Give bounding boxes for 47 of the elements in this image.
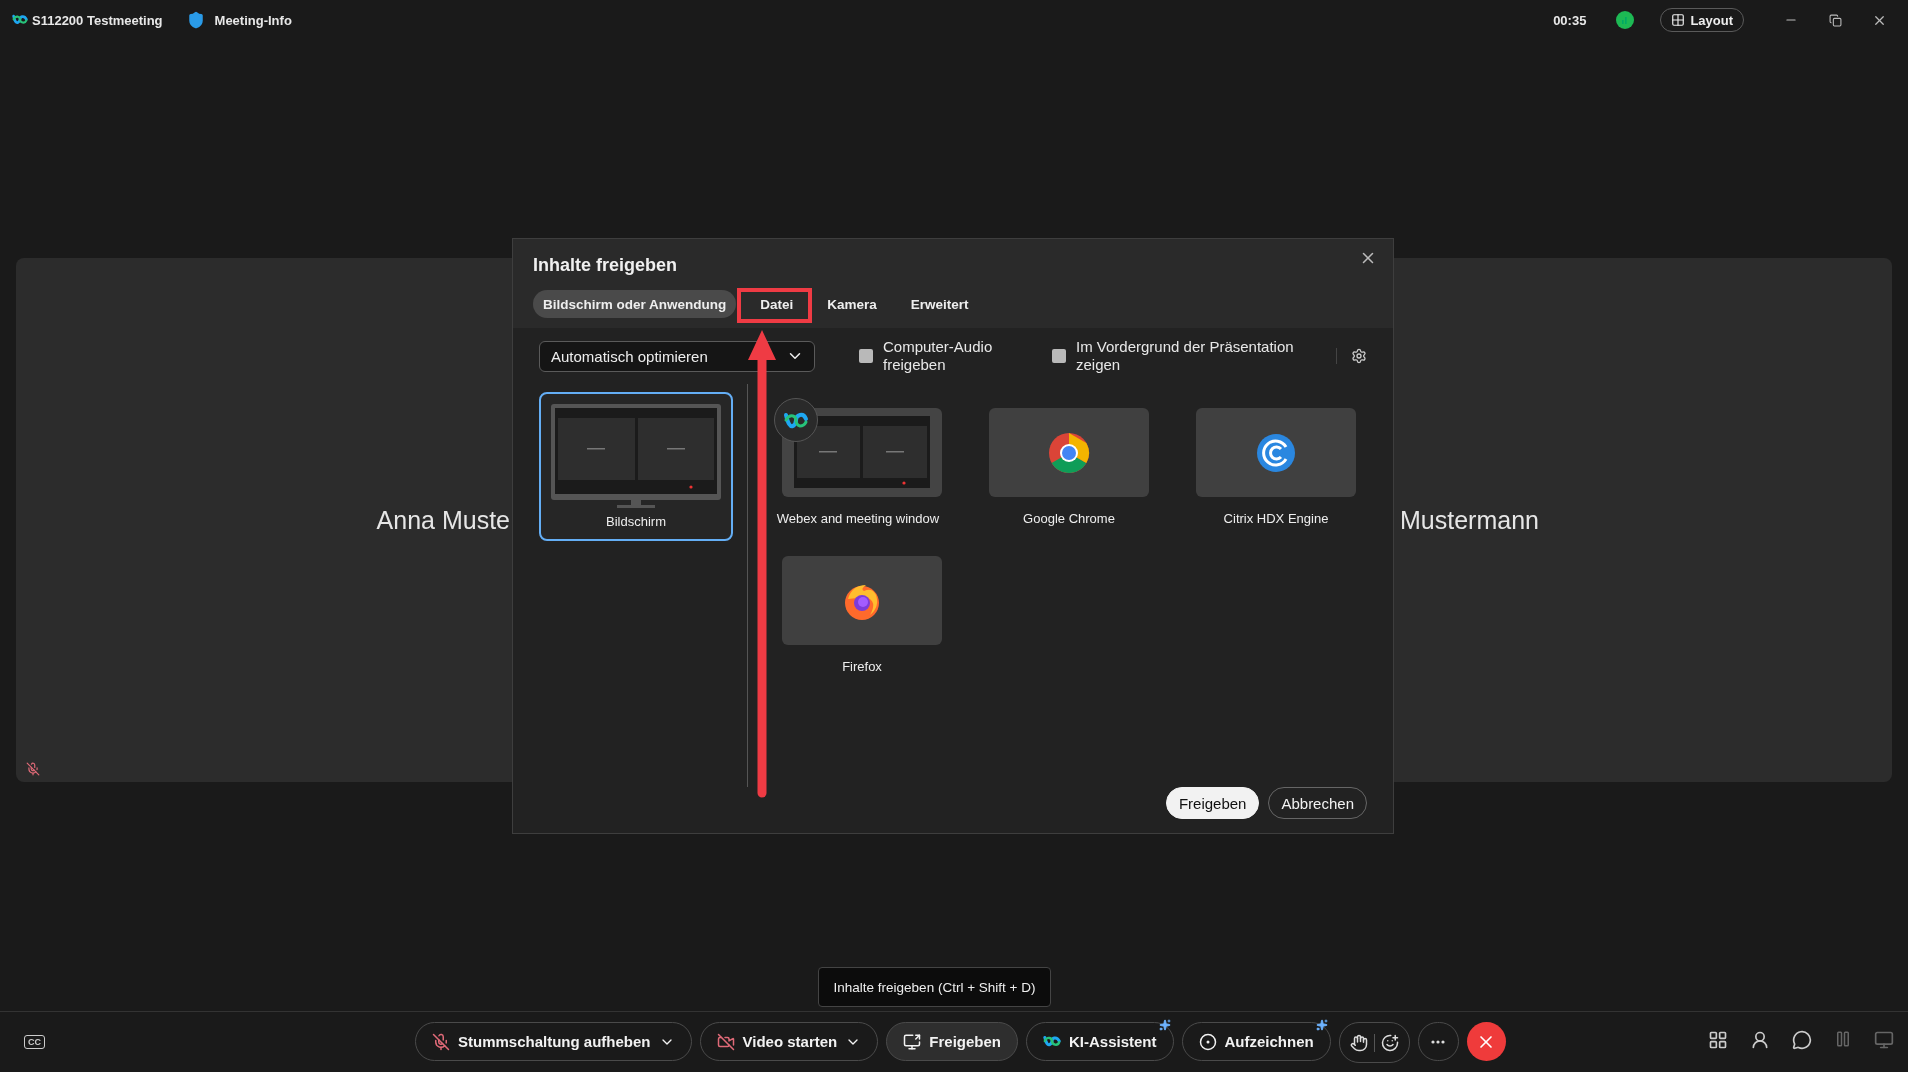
webex-logo-icon xyxy=(1043,1035,1061,1048)
participant-name: Anna Muste xyxy=(376,505,510,535)
mic-off-icon xyxy=(432,1032,450,1051)
optimize-dropdown[interactable]: Automatisch optimieren xyxy=(539,340,815,372)
video-off-icon xyxy=(716,1032,735,1051)
end-call-button[interactable] xyxy=(1466,1022,1506,1061)
tooltip: Inhalte freigeben (Ctrl + Shift + D) xyxy=(818,967,1051,1007)
record-icon xyxy=(1198,1032,1217,1051)
app-option[interactable]: Webex and meeting window xyxy=(774,398,942,526)
signal-icon xyxy=(1616,11,1635,29)
chat-icon[interactable] xyxy=(1792,1030,1812,1050)
checkbox[interactable] xyxy=(1052,349,1066,363)
app-option[interactable]: Firefox xyxy=(782,556,942,674)
tab[interactable]: Kamera xyxy=(817,290,887,318)
meeting-name: S112200 Testmeeting xyxy=(32,12,163,28)
app-option[interactable]: Google Chrome xyxy=(989,408,1149,526)
emoji-icon[interactable] xyxy=(1380,1033,1399,1052)
participants-icon[interactable] xyxy=(1750,1030,1770,1050)
meeting-info-link[interactable]: Meeting-Info xyxy=(214,12,292,28)
apps-icon[interactable] xyxy=(1708,1030,1728,1050)
bars-icon[interactable] xyxy=(1834,1030,1852,1048)
dialog-title: Inhalte freigeben xyxy=(533,255,678,276)
tab[interactable]: Erweitert xyxy=(900,290,979,318)
grid-icon xyxy=(1671,13,1686,27)
settings-icon xyxy=(1351,348,1367,364)
share-screen-icon xyxy=(903,1032,922,1051)
checkbox-label: Computer-Audio freigeben xyxy=(883,338,994,374)
browser-icon xyxy=(1048,431,1090,474)
webex-logo-icon xyxy=(12,14,28,26)
toolbar-button[interactable]: Freigeben xyxy=(886,1022,1018,1061)
participant-name: Mustermann xyxy=(1400,505,1539,535)
monitor-icon[interactable] xyxy=(1874,1030,1894,1050)
share-button[interactable]: Freigeben xyxy=(1165,787,1260,819)
tab[interactable]: Bildschirm oder Anwendung xyxy=(533,290,737,318)
captions-button[interactable]: CC xyxy=(24,1035,45,1049)
settings-button[interactable] xyxy=(1336,348,1367,364)
checkbox-label: Im Vordergrund der Präsentation zeigen xyxy=(1076,338,1295,374)
screen-option[interactable]: Bildschirm xyxy=(539,392,733,541)
tab[interactable]: Datei xyxy=(750,290,804,318)
restore-icon xyxy=(1828,13,1842,27)
checkbox[interactable] xyxy=(859,349,873,363)
more-icon xyxy=(1431,1039,1446,1044)
app-option[interactable]: Citrix HDX Engine xyxy=(1196,408,1356,526)
spiral-icon xyxy=(1256,432,1296,473)
shield-icon xyxy=(186,11,205,29)
meeting-timer: 00:35 xyxy=(1553,12,1587,28)
raise-hand-icon[interactable] xyxy=(1349,1033,1368,1052)
